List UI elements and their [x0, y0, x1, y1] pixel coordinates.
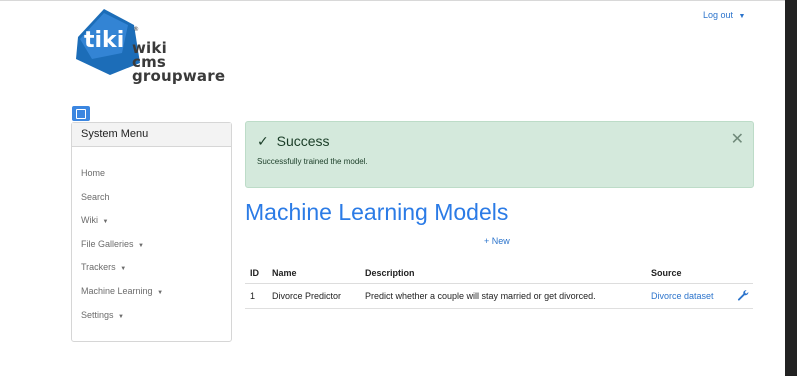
sidebar-item-label: Settings	[81, 309, 114, 320]
logout-link[interactable]: Log out ▼	[703, 10, 745, 20]
sidebar-item-search[interactable]: Search	[72, 191, 231, 215]
page-title: Machine Learning Models	[245, 199, 509, 225]
sidebar-item-file-galleries[interactable]: File Galleries ▼	[72, 238, 231, 262]
source-link[interactable]: Divorce dataset	[651, 291, 714, 301]
sidebar-item-machine-learning[interactable]: Machine Learning ▼	[72, 285, 231, 309]
column-header-name: Name	[272, 263, 365, 284]
table-row: 1 Divorce Predictor Predict whether a co…	[245, 283, 753, 309]
alert-message: Successfully trained the model.	[257, 157, 368, 166]
logo-mark-text: tiki	[84, 28, 124, 53]
wrench-icon[interactable]	[737, 289, 749, 301]
column-header-description: Description	[365, 263, 651, 284]
system-menu-list: Home Search Wiki ▼ File Galleries ▼ Trac…	[72, 147, 231, 332]
alert-title: ✓ Success	[257, 133, 330, 150]
sidebar-item-label: Home	[81, 168, 106, 178]
new-model-button[interactable]: + New	[484, 236, 510, 246]
window-edge	[785, 0, 797, 375]
sidebar-item-home[interactable]: Home	[72, 167, 231, 191]
success-alert: ✓ Success Successfully trained the model…	[245, 121, 754, 188]
close-icon[interactable]: ✕	[731, 129, 744, 149]
column-header-source: Source	[651, 263, 737, 284]
page: tiki ® wiki cms groupware Log out ▼ Syst…	[0, 0, 785, 376]
caret-down-icon: ▼	[738, 13, 746, 20]
sidebar-item-label: Wiki	[81, 215, 98, 226]
system-menu: System Menu Home Search Wiki ▼ File Gall…	[71, 122, 232, 342]
check-icon: ✓	[257, 133, 269, 149]
registered-mark: ®	[133, 26, 139, 33]
sidebar-toggle-icon[interactable]	[72, 106, 90, 121]
logo-line-groupware: groupware	[132, 67, 226, 85]
logo-wordmark: wiki cms groupware	[132, 41, 226, 85]
logout-label: Log out	[703, 10, 734, 20]
cell-description: Predict whether a couple will stay marri…	[365, 283, 651, 309]
sidebar-item-label: File Galleries	[81, 238, 134, 249]
caret-down-icon: ▼	[157, 289, 164, 296]
caret-down-icon: ▼	[138, 242, 144, 249]
models-table: ID Name Description Source 1 Divorce Pre…	[245, 263, 753, 309]
column-header-id: ID	[245, 263, 272, 284]
caret-down-icon: ▼	[102, 219, 109, 226]
sidebar-item-label: Search	[81, 191, 110, 202]
sidebar-item-label: Trackers	[81, 262, 116, 273]
sidebar-item-settings[interactable]: Settings ▼	[72, 309, 231, 333]
system-menu-title: System Menu	[72, 123, 231, 147]
sidebar-item-trackers[interactable]: Trackers ▼	[72, 261, 231, 285]
cell-name: Divorce Predictor	[272, 283, 365, 309]
column-header-actions	[737, 263, 753, 284]
sidebar-item-label: Machine Learning	[81, 285, 153, 296]
caret-down-icon: ▼	[118, 313, 124, 320]
alert-title-text: Success	[276, 133, 330, 149]
caret-down-icon: ▼	[120, 266, 127, 273]
cell-source: Divorce dataset	[651, 283, 737, 309]
table-header-row: ID Name Description Source	[245, 263, 753, 284]
cell-actions	[737, 283, 753, 309]
cell-id: 1	[245, 283, 272, 309]
sidebar-item-wiki[interactable]: Wiki ▼	[72, 214, 231, 238]
